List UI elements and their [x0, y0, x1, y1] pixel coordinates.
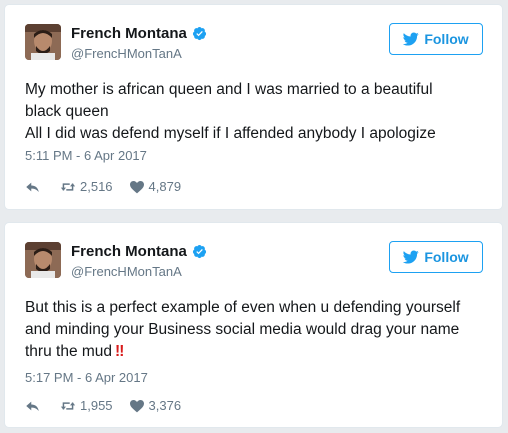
author-name-row: French Montana — [71, 243, 207, 260]
heart-icon — [129, 399, 144, 412]
follow-label: Follow — [424, 249, 469, 265]
author-name-row: French Montana — [71, 25, 207, 42]
retweet-count: 1,955 — [80, 398, 113, 413]
like-button[interactable]: 3,376 — [129, 398, 182, 413]
reply-button[interactable] — [25, 180, 44, 194]
like-count: 3,376 — [148, 398, 182, 413]
tweet-text-line: My mother is african queen and I was mar… — [25, 81, 433, 98]
verified-badge-icon — [192, 244, 206, 259]
tweet-actions: 1,955 3,376 — [25, 398, 197, 413]
avatar-image — [25, 242, 61, 278]
retweet-icon — [60, 182, 76, 191]
tweet-card: French Montana @FrencHMonTanA Follow But… — [4, 222, 503, 428]
retweet-count: 2,516 — [80, 179, 113, 194]
tweet-text-line: But this is a perfect example of even wh… — [25, 299, 461, 316]
tweet-actions: 2,516 4,879 — [25, 179, 197, 194]
retweet-button[interactable]: 1,955 — [60, 398, 113, 413]
tweet-text-line: black queen — [25, 103, 109, 120]
twitter-bird-icon — [403, 32, 420, 46]
reply-icon — [26, 182, 39, 192]
double-exclamation-icon: ‼ — [115, 343, 125, 360]
tweet-text-line: and minding your Business social media w… — [25, 321, 460, 338]
reply-icon — [26, 401, 39, 411]
avatar[interactable] — [25, 242, 61, 278]
author-name[interactable]: French Montana — [71, 25, 187, 42]
heart-icon — [129, 180, 144, 193]
follow-button[interactable]: Follow — [389, 241, 483, 273]
follow-button[interactable]: Follow — [389, 23, 483, 55]
like-count: 4,879 — [148, 179, 182, 194]
tweet-timestamp[interactable]: 5:17 PM - 6 Apr 2017 — [25, 370, 148, 385]
author-name[interactable]: French Montana — [71, 243, 187, 260]
tweet-card: French Montana @FrencHMonTanA Follow My … — [4, 4, 503, 210]
tweet-text-line: All I did was defend myself if I affende… — [25, 125, 436, 142]
avatar[interactable] — [25, 24, 61, 60]
like-button[interactable]: 4,879 — [129, 179, 182, 194]
tweet-text-line: thru the mud ‼ — [25, 341, 485, 363]
tweet-text: My mother is african queen and I was mar… — [25, 79, 485, 145]
retweet-button[interactable]: 2,516 — [60, 179, 113, 194]
verified-badge-icon — [192, 26, 206, 41]
author-handle[interactable]: @FrencHMonTanA — [71, 46, 182, 61]
reply-button[interactable] — [25, 399, 44, 413]
tweet-text-fragment: thru the mud — [25, 343, 113, 360]
tweet-timestamp[interactable]: 5:11 PM - 6 Apr 2017 — [25, 148, 147, 163]
avatar-image — [25, 24, 61, 60]
twitter-bird-icon — [403, 250, 420, 264]
follow-label: Follow — [424, 31, 469, 47]
author-handle[interactable]: @FrencHMonTanA — [71, 264, 182, 279]
tweet-text: But this is a perfect example of even wh… — [25, 297, 485, 363]
retweet-icon — [60, 401, 76, 410]
